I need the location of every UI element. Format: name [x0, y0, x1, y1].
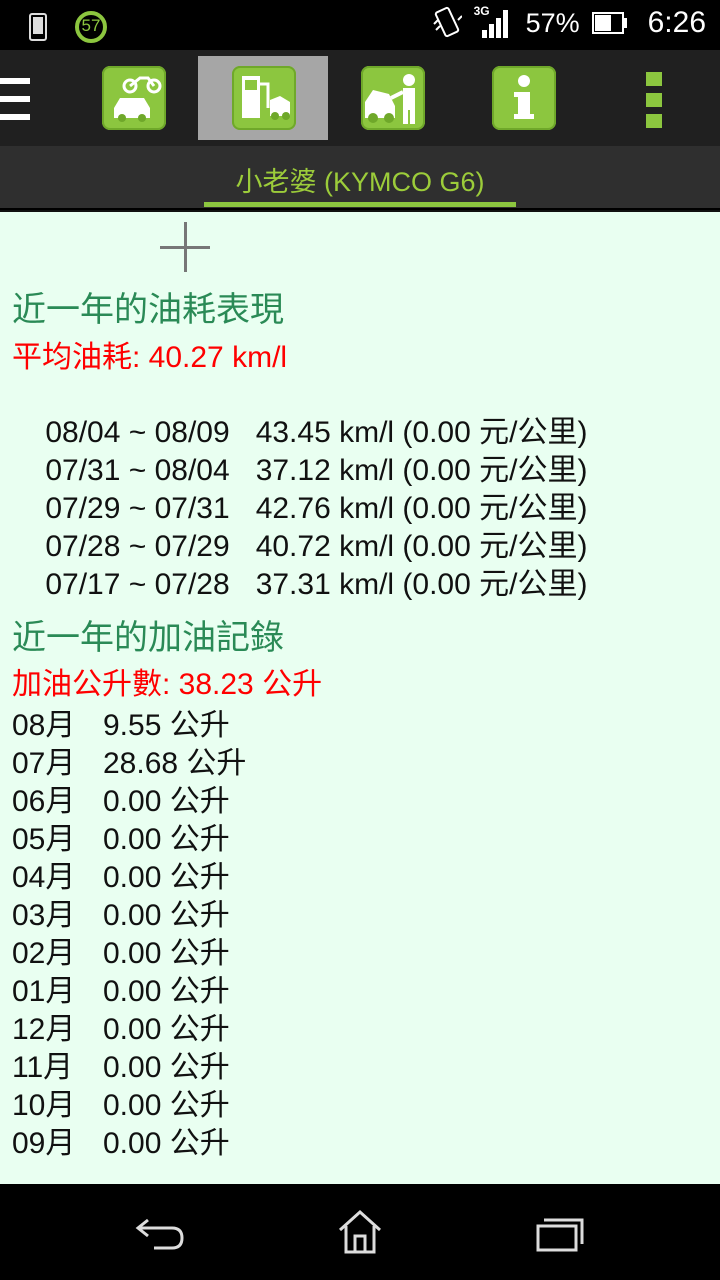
fuel-pump-icon: [242, 76, 290, 120]
fuel-efficiency-title: 近一年的油耗表現: [12, 291, 284, 329]
home-icon[interactable]: [336, 1208, 384, 1256]
refuel-records-title: 近一年的加油記錄: [12, 619, 284, 657]
battery-percent: 57%: [525, 7, 580, 38]
efficiency-value: 37.31 km/l (0.00 元/公里): [255, 568, 588, 601]
vibrate-icon: [432, 6, 462, 38]
info-icon: [514, 75, 534, 119]
vehicle-tab-indicator: [204, 202, 516, 207]
clock: 6:26: [647, 6, 706, 39]
vehicle-name-tab[interactable]: 小老婆 (KYMCO G6): [0, 160, 720, 199]
recent-apps-icon[interactable]: [534, 1214, 586, 1254]
add-record-button[interactable]: [160, 222, 210, 272]
signal-icon: [481, 10, 508, 38]
circle-badge: 57: [74, 10, 108, 44]
total-liters: 加油公升數: 38.23 公升: [12, 668, 323, 701]
month-row: 09月 0.00 公升: [12, 1118, 230, 1162]
average-efficiency: 平均油耗: 40.27 km/l: [12, 341, 288, 374]
back-icon[interactable]: [134, 1214, 188, 1254]
menu-icon[interactable]: [0, 76, 30, 122]
tab-vehicles[interactable]: [102, 66, 166, 130]
liters-value: 0.00 公升: [103, 1127, 230, 1160]
tab-fuel[interactable]: [232, 66, 296, 130]
phone-icon: [29, 13, 47, 41]
repair-icon: [365, 74, 415, 124]
system-nav-bar: [0, 1184, 720, 1280]
tab-maintenance[interactable]: [361, 66, 425, 130]
badge-number: 57: [81, 16, 101, 35]
tab-info[interactable]: [492, 66, 556, 130]
date-range: 07/17 ~ 07/28: [45, 568, 230, 601]
month-label: 09月: [12, 1127, 76, 1160]
status-bar: 57 3G 57% 6:26: [0, 0, 720, 50]
vehicle-icon: [114, 76, 162, 122]
battery-icon: [591, 12, 627, 34]
overflow-menu-icon[interactable]: [646, 72, 662, 128]
